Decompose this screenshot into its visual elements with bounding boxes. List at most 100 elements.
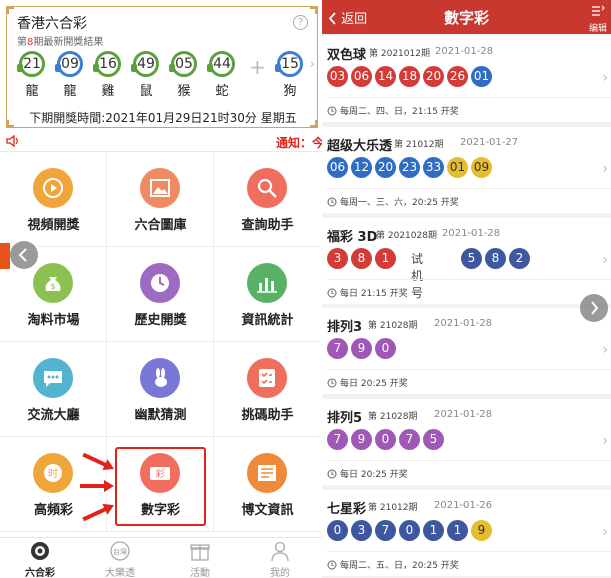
- result-ball: 05 猴: [169, 51, 199, 99]
- feature-icon-bg: [247, 358, 287, 398]
- result-ball: 1: [447, 520, 468, 541]
- chevron-right-icon: [591, 301, 599, 315]
- result-ball: 20: [423, 66, 444, 87]
- magnifier-icon: [257, 178, 277, 198]
- feature-item[interactable]: 歷史開獎: [107, 247, 214, 342]
- lottery-section[interactable]: 超级大乐透第 21012期 2021-01-27 06 12 20 23 33 01 09 › 每周…: [322, 127, 611, 213]
- trial-ball: 8: [485, 248, 506, 269]
- feature-icon-bg: [140, 168, 180, 208]
- gift-icon: [190, 544, 210, 561]
- result-ball: 06: [351, 66, 372, 87]
- rabbit-icon: [155, 368, 167, 387]
- tab-profile[interactable]: 我的: [240, 540, 320, 578]
- chevron-right-icon[interactable]: ›: [310, 57, 315, 72]
- draw-date: 2021-01-26: [434, 500, 493, 511]
- result-ball: 14: [375, 66, 396, 87]
- scroll-left-button[interactable]: [10, 241, 38, 269]
- feature-label: 視頻開獎: [27, 218, 80, 233]
- result-ball: 3: [351, 520, 372, 541]
- result-ball: 09 龍: [55, 51, 85, 99]
- result-ball: 0: [375, 338, 396, 359]
- money-bag-icon: $: [45, 277, 61, 291]
- draw-schedule: 每日 20:25 开奖: [327, 376, 408, 389]
- feature-item[interactable]: 資訊統計: [214, 247, 321, 342]
- draw-date: 2021-01-28: [434, 409, 493, 420]
- hot-tag: [0, 243, 10, 269]
- lottery-section[interactable]: 排列3 第 21028期 2021-01-28 7 9 0 › 每日 20:25 开奖: [322, 308, 611, 394]
- schedule-text: 每日 20:25 开奖: [340, 379, 408, 389]
- feature-icon-bg: [247, 168, 287, 208]
- divider: [327, 369, 611, 370]
- divider: [327, 279, 611, 280]
- lottery-section[interactable]: 排列5 第 21028期 2021-01-28 7 9 0 7 5 › 每日 20:25 开奖: [322, 399, 611, 485]
- tab-liuhecai[interactable]: 六合彩: [0, 540, 80, 578]
- draw-date: 2021-01-28: [435, 46, 494, 57]
- lottery-ball-icon: [31, 542, 49, 560]
- feature-item[interactable]: 查詢助手: [214, 152, 321, 247]
- taiwan-badge-icon: 台灣: [110, 541, 130, 561]
- feature-label: 挑碼助手: [241, 408, 294, 423]
- issue-number: 第 21028期: [368, 412, 418, 422]
- lottery-section[interactable]: 七星彩第 21012期 2021-01-26 0 3 7 0 1 1 9 › 每周二、五、日，20:…: [322, 490, 611, 576]
- result-balls: 21 龍 09 龍 16 雞 49 鼠 05 猴 44 蛇 +15 狗: [13, 51, 313, 99]
- feature-label: 幽默猜測: [134, 408, 187, 423]
- draw-date: 2021-01-28: [434, 318, 493, 329]
- feature-icon-bg: [247, 263, 287, 303]
- result-ball: 23: [399, 157, 420, 178]
- subtitle-suffix: 期最新開獎結果: [33, 37, 104, 48]
- clock-icon: [327, 197, 337, 207]
- chevron-right-icon[interactable]: ›: [602, 524, 608, 540]
- card-corner: [6, 6, 14, 14]
- tab-label: 大樂透: [105, 568, 135, 578]
- result-ball: 9: [471, 520, 492, 541]
- chevron-right-icon[interactable]: ›: [602, 342, 608, 358]
- latest-result-card[interactable]: 香港六合彩 第8期最新開獎結果 ? 21 龍 09 龍 16 雞 49 鼠 05 猴 44 蛇 +15 狗…: [6, 6, 318, 128]
- feature-item[interactable]: 交流大廳: [0, 342, 107, 437]
- scroll-right-button[interactable]: [580, 294, 608, 322]
- result-ball: 3: [327, 248, 348, 269]
- digital-lottery-panel: 返回 數字彩 编辑 双色球第 2021012期 2021-01-28 03 06 14 1…: [322, 0, 611, 578]
- issue-number: 第 2021012期: [369, 49, 430, 59]
- clock-icon: [327, 288, 337, 298]
- lottery-section[interactable]: 双色球第 2021012期 2021-01-28 03 06 14 18 20 26 01 › 每周…: [322, 36, 611, 122]
- ball-number: 15: [275, 51, 303, 77]
- help-icon[interactable]: ?: [293, 15, 308, 30]
- chevron-right-icon[interactable]: ›: [602, 161, 608, 177]
- lottery-name: 排列5: [327, 411, 363, 426]
- result-ball: 21 龍: [17, 51, 47, 99]
- lottery-name: 七星彩: [327, 502, 367, 517]
- feature-item[interactable]: 幽默猜測: [107, 342, 214, 437]
- header-bar: 返回 數字彩 编辑: [322, 0, 611, 34]
- ball-zodiac: 龍: [25, 84, 39, 99]
- tab-daletou[interactable]: 台灣 大樂透: [80, 540, 160, 578]
- edit-button[interactable]: 编辑: [587, 2, 609, 34]
- result-ball: 18: [399, 66, 420, 87]
- chevron-right-icon[interactable]: ›: [602, 252, 608, 268]
- notice-bar[interactable]: 通知：今: [0, 134, 322, 150]
- result-ball: 44 蛇: [207, 51, 237, 99]
- chevron-right-icon[interactable]: ›: [602, 433, 608, 449]
- ball-zodiac: 龍: [63, 84, 77, 99]
- feature-item[interactable]: 視頻開獎: [0, 152, 107, 247]
- tab-activity[interactable]: 活動: [160, 540, 240, 578]
- chevron-right-icon[interactable]: ›: [602, 70, 608, 86]
- home-panel: 香港六合彩 第8期最新開獎結果 ? 21 龍 09 龍 16 雞 49 鼠 05 猴 44 蛇 +15 狗…: [0, 0, 322, 578]
- schedule-text: 每日 20:25 开奖: [340, 470, 408, 480]
- feature-item[interactable]: 博文資訊: [214, 437, 321, 532]
- draw-schedule: 每周二、五、日，20:25 开奖: [327, 558, 459, 571]
- result-ball: 01: [471, 66, 492, 87]
- ball-zodiac: 鼠: [139, 84, 153, 99]
- trial-ball: 2: [509, 248, 530, 269]
- clock-icon: [327, 106, 337, 116]
- lottery-section[interactable]: 福彩 3D 第 2021028期 2021-01-28 3 8 1 试机号 5 8 2 › 每日 21…: [322, 218, 611, 304]
- issue-number: 第 2021028期: [376, 231, 437, 241]
- result-ball: 1: [375, 248, 396, 269]
- result-ball: 09: [471, 157, 492, 178]
- feature-item[interactable]: 六合圖庫: [107, 152, 214, 247]
- result-ball: 7: [327, 338, 348, 359]
- feature-item[interactable]: 挑碼助手: [214, 342, 321, 437]
- notice-text: 通知：今: [276, 136, 322, 150]
- divider: [327, 460, 611, 461]
- result-ball: 7: [327, 429, 348, 450]
- divider: [327, 97, 611, 98]
